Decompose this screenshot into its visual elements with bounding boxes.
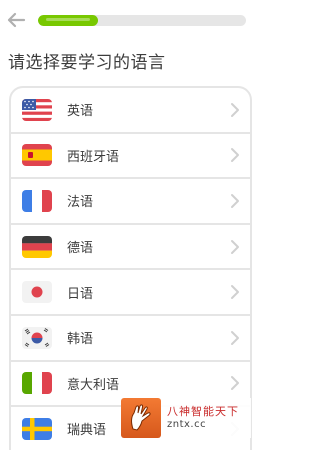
korea-flag-icon [22,326,52,349]
progress-bar [38,15,246,26]
hand-logo-icon [121,398,161,438]
progress-bar-fill [38,15,99,26]
language-list: 英语 西班牙语 法语 德语 日语 韩语 意大利语 瑞典语 [9,86,252,450]
arrow-left-icon [7,12,26,28]
language-label: 瑞典语 [67,423,107,439]
us-flag-icon [22,98,52,121]
language-item-french[interactable]: 法语 [11,179,250,225]
language-label: 法语 [67,195,94,211]
france-flag-icon [22,189,52,212]
language-label: 意大利语 [67,377,120,393]
language-selection-screen: 请选择要学习的语言 英语 西班牙语 法语 德语 日语 韩语 意大利语 瑞典语 八… [0,0,262,450]
language-item-german[interactable]: 德语 [11,225,250,271]
watermark-text: 八神智能天下 zntx.cc [167,405,239,431]
language-item-english[interactable]: 英语 [11,88,250,134]
japan-flag-icon [22,281,52,304]
sweden-flag-icon [22,417,52,440]
chevron-right-icon [231,102,239,117]
germany-flag-icon [22,235,52,258]
language-label: 英语 [67,104,94,120]
watermark-url: zntx.cc [167,418,207,430]
chevron-right-icon [231,239,239,254]
language-label: 韩语 [67,332,94,348]
watermark: 八神智能天下 zntx.cc [121,398,251,438]
language-item-japanese[interactable]: 日语 [11,270,250,316]
chevron-right-icon [231,330,239,345]
page-title: 请选择要学习的语言 [8,53,166,73]
progress-bar-shine [46,18,91,21]
chevron-right-icon [231,148,239,163]
language-label: 日语 [67,286,94,302]
language-label: 德语 [67,241,94,257]
language-item-korean[interactable]: 韩语 [11,316,250,362]
language-item-spanish[interactable]: 西班牙语 [11,134,250,180]
spain-flag-icon [22,144,52,167]
language-label: 西班牙语 [67,149,120,165]
back-button[interactable] [4,8,28,32]
watermark-title: 八神智能天下 [167,404,239,418]
italy-flag-icon [22,372,52,395]
chevron-right-icon [231,376,239,391]
chevron-right-icon [231,285,239,300]
chevron-right-icon [231,193,239,208]
